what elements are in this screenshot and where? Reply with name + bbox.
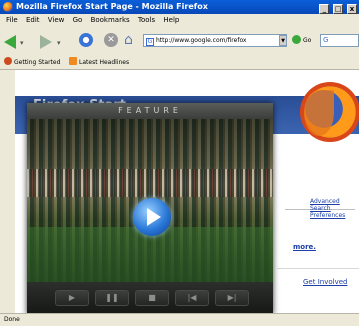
search-links: Advanced Search Preferences (310, 198, 359, 219)
site-favicon-icon: G (146, 38, 154, 46)
url-text: http://www.google.com/firefox (156, 37, 247, 44)
back-dropdown-icon[interactable]: ▾ (20, 39, 24, 47)
forward-dropdown-icon[interactable]: ▾ (57, 39, 61, 47)
menu-view[interactable]: View (48, 16, 65, 24)
pause-button[interactable]: ❚❚ (95, 290, 129, 306)
firefox-icon (3, 2, 13, 12)
menu-edit[interactable]: Edit (26, 16, 40, 24)
play-button[interactable]: ▶ (55, 290, 89, 306)
window-title: Mozilla Firefox Start Page - Mozilla Fir… (16, 2, 208, 11)
content-divider (277, 268, 359, 269)
menu-go[interactable]: Go (73, 16, 83, 24)
menu-help[interactable]: Help (163, 16, 179, 24)
url-input[interactable]: Ghttp://www.google.com/firefox (143, 34, 287, 47)
video-player: FEATURE ▶ ❚❚ ■ |◀ ▶| (27, 103, 273, 315)
maximize-button[interactable]: □ (333, 4, 344, 14)
advanced-search-link[interactable]: Advanced Search (310, 198, 359, 212)
preferences-link[interactable]: Preferences (310, 212, 359, 219)
close-button[interactable]: x (347, 4, 357, 14)
next-button[interactable]: ▶| (215, 290, 249, 306)
bookmarks-toolbar: Getting Started Latest Headlines (0, 56, 359, 70)
search-input[interactable]: G (320, 34, 359, 47)
firefox-logo-icon (300, 82, 359, 142)
bookmark-getting-started[interactable]: Getting Started (4, 56, 60, 69)
forward-button[interactable] (40, 35, 52, 49)
menu-tools[interactable]: Tools (138, 16, 155, 24)
url-dropdown-button[interactable]: ▼ (279, 35, 287, 46)
player-controls: ▶ ❚❚ ■ |◀ ▶| (27, 282, 273, 315)
get-involved-link[interactable]: Get Involved (303, 278, 347, 286)
rss-feed-icon (69, 57, 77, 65)
window-controls: _ □ x (318, 2, 357, 14)
previous-button[interactable]: |◀ (175, 290, 209, 306)
status-bar: Done (0, 313, 359, 326)
browser-window: Mozilla Firefox Start Page - Mozilla Fir… (0, 0, 359, 326)
stop-button[interactable]: ✕ (104, 33, 118, 47)
firefox-bookmark-icon (4, 57, 12, 65)
go-button[interactable]: Go (292, 35, 311, 46)
back-button[interactable] (4, 35, 16, 49)
title-bar: Mozilla Firefox Start Page - Mozilla Fir… (0, 0, 359, 14)
player-title: FEATURE (27, 103, 273, 119)
navigation-toolbar: ▾ ▾ ✕ ⌂ Ghttp://www.google.com/firefox ▼… (0, 26, 359, 56)
menu-file[interactable]: File (6, 16, 18, 24)
play-overlay-button[interactable] (133, 198, 171, 236)
bookmark-latest-headlines[interactable]: Latest Headlines (69, 56, 129, 69)
go-label: Go (303, 37, 312, 44)
home-button[interactable]: ⌂ (124, 32, 140, 48)
reload-button[interactable] (79, 33, 93, 47)
minimize-button[interactable]: _ (319, 4, 330, 14)
menu-bar: File Edit View Go Bookmarks Tools Help (0, 14, 359, 26)
more-link[interactable]: more. (293, 243, 316, 251)
go-arrow-icon (292, 35, 301, 44)
menu-bookmarks[interactable]: Bookmarks (91, 16, 130, 24)
stop-playback-button[interactable]: ■ (135, 290, 169, 306)
